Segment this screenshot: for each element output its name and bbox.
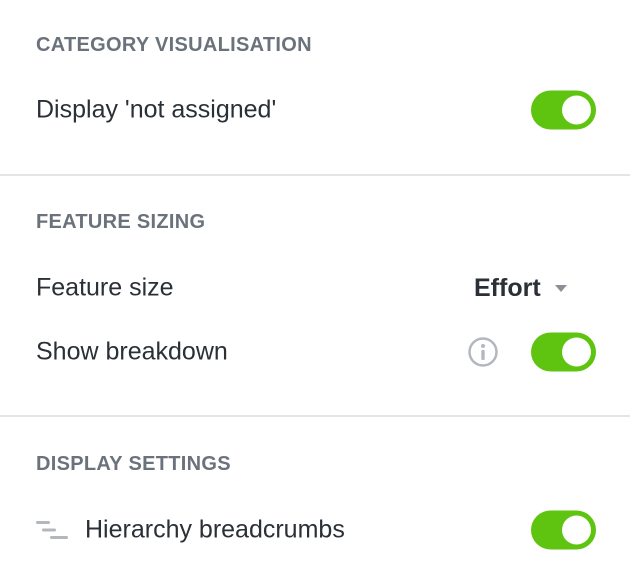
- toggle-knob: [562, 95, 591, 125]
- setting-label-show-breakdown: Show breakdown: [36, 337, 228, 366]
- section-divider: [0, 415, 630, 417]
- section-title-feature-sizing: FEATURE SIZING: [36, 211, 206, 233]
- setting-label-display-not-assigned: Display 'not assigned': [36, 95, 277, 124]
- section-title-category-visualisation: CATEGORY VISUALISATION: [36, 34, 312, 56]
- setting-row-hierarchy-breadcrumbs: Hierarchy breadcrumbs: [0, 508, 630, 552]
- setting-row-show-breakdown: Show breakdown: [0, 330, 630, 374]
- setting-row-feature-size: Feature size Effort: [0, 266, 630, 310]
- info-icon[interactable]: [467, 336, 499, 368]
- setting-label-hierarchy-breadcrumbs: Hierarchy breadcrumbs: [85, 515, 345, 544]
- toggle-knob: [562, 515, 591, 545]
- hierarchy-icon: [36, 521, 68, 539]
- setting-label-feature-size: Feature size: [36, 273, 174, 302]
- caret-down-icon: [554, 284, 567, 292]
- settings-panel: CATEGORY VISUALISATION Display 'not assi…: [0, 0, 630, 588]
- feature-size-selected-value: Effort: [474, 273, 541, 302]
- show-breakdown-toggle[interactable]: [531, 332, 596, 372]
- toggle-knob: [562, 337, 591, 367]
- section-divider: [0, 174, 630, 176]
- section-title-display-settings: DISPLAY SETTINGS: [36, 453, 231, 475]
- hierarchy-breadcrumbs-toggle[interactable]: [531, 510, 596, 550]
- setting-row-display-not-assigned: Display 'not assigned': [0, 88, 630, 132]
- display-not-assigned-toggle[interactable]: [531, 90, 596, 130]
- feature-size-dropdown[interactable]: Effort: [474, 270, 567, 306]
